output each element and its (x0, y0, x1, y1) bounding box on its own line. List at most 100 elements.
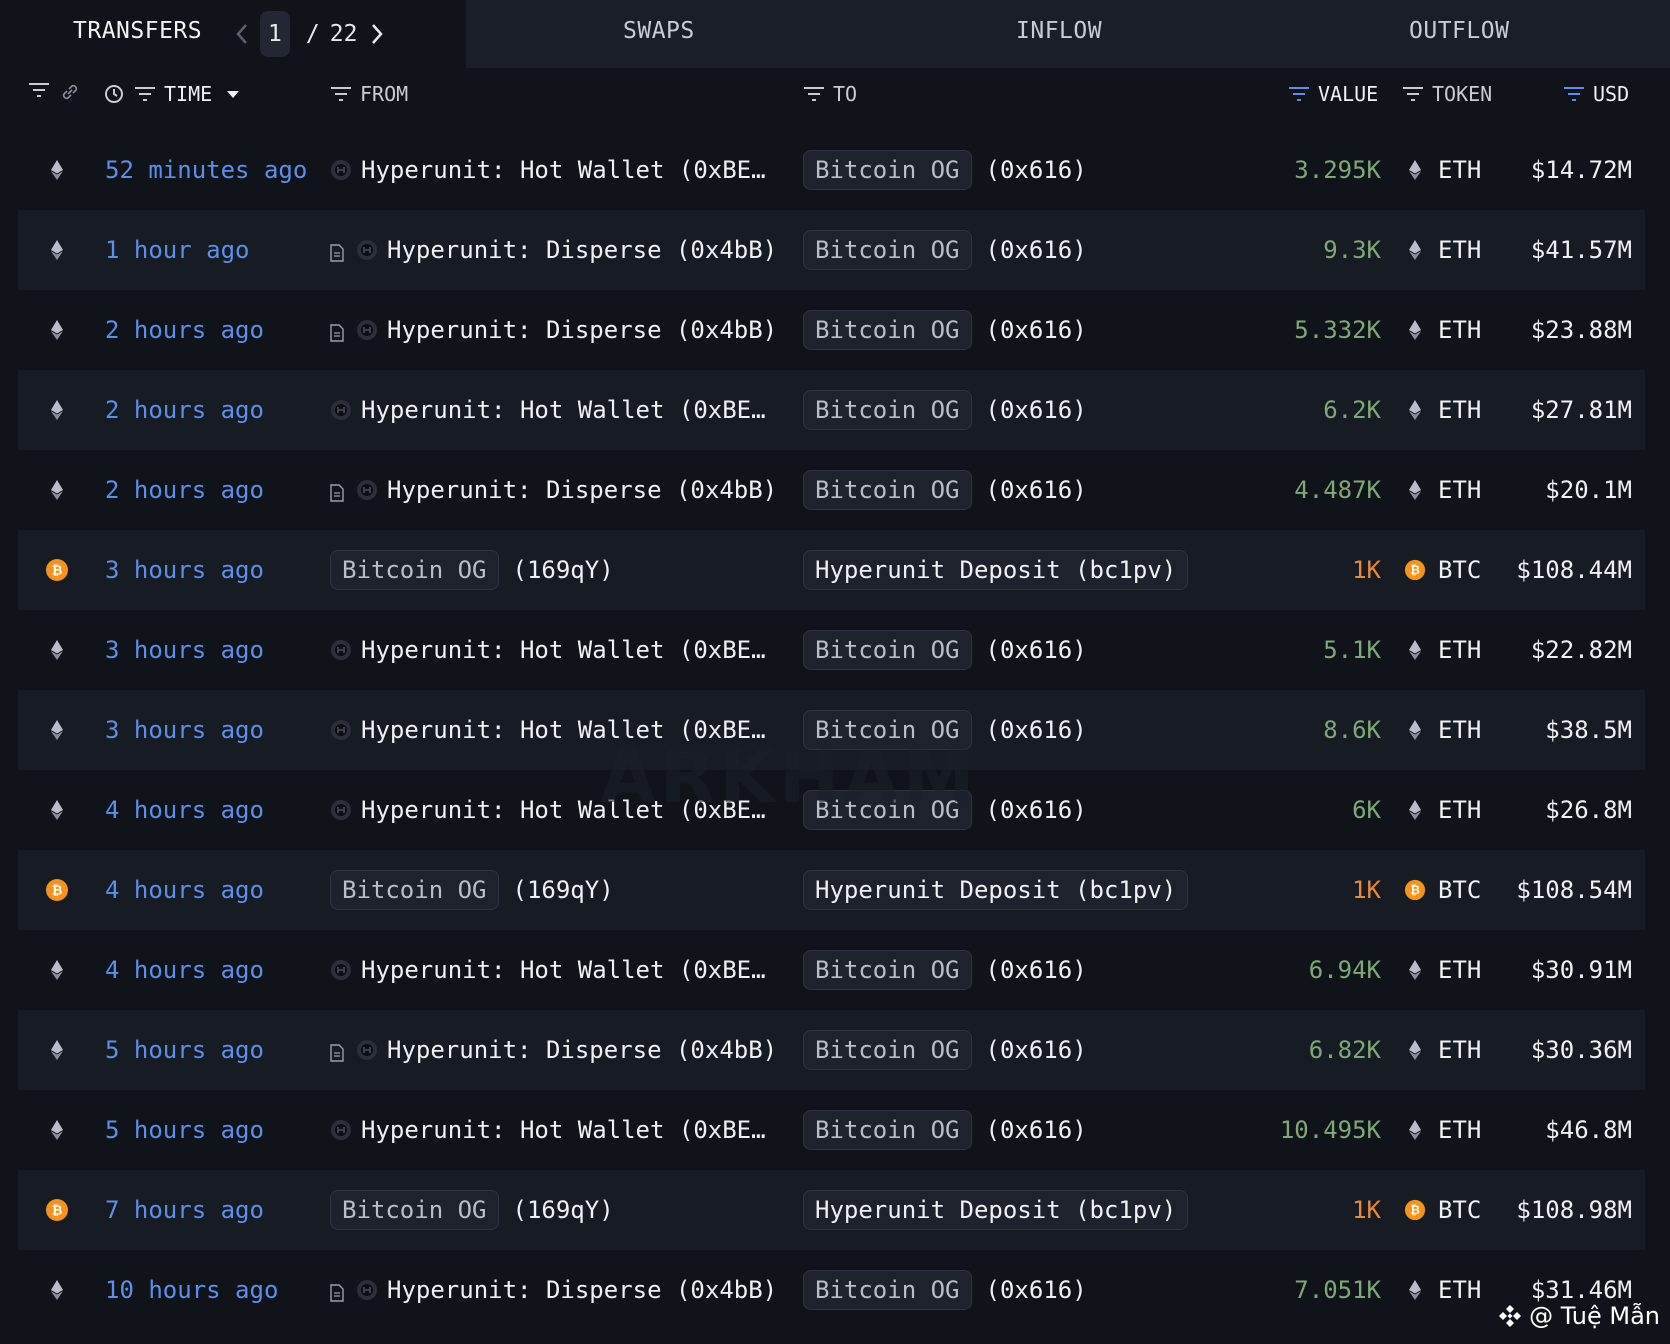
to-address[interactable]: (0x616) (986, 636, 1087, 664)
to-entity-pill[interactable]: Bitcoin OG (803, 230, 972, 270)
table-row[interactable]: ₿ 3 hours ago Bitcoin OG (169qY) Hyperunit D… (18, 530, 1645, 610)
to-entity-pill[interactable]: Hyperunit Deposit (bc1pv) (803, 1190, 1189, 1230)
to-entity-pill[interactable]: Hyperunit Deposit (bc1pv) (803, 550, 1189, 590)
from-entity[interactable]: Hyperunit: Disperse (0x4bB) (387, 316, 777, 344)
to-address[interactable]: (0x616) (986, 1116, 1087, 1144)
link-icon[interactable] (60, 82, 80, 102)
table-row[interactable]: ₿ 4 hours ago Bitcoin OG (169qY) Hyperunit D… (18, 850, 1645, 930)
token-cell[interactable]: ETH (1404, 610, 1481, 690)
to-address[interactable]: (0x616) (986, 716, 1087, 744)
from-entity[interactable]: Hyperunit: Disperse (0x4bB) (387, 1276, 777, 1304)
from-address[interactable]: (169qY) (513, 876, 614, 904)
time-link[interactable]: 5 hours ago (105, 1090, 264, 1170)
time-filter-icon[interactable] (134, 86, 156, 102)
from-entity-pill[interactable]: Bitcoin OG (330, 550, 499, 590)
from-entity-pill[interactable]: Bitcoin OG (330, 870, 499, 910)
time-link[interactable]: 52 minutes ago (105, 130, 307, 210)
from-cell[interactable]: Hyperunit: Disperse (0x4bB) (330, 210, 777, 290)
table-row[interactable]: 2 hours ago Hyperunit: Hot Wallet (0xBE… B… (18, 370, 1645, 450)
from-cell[interactable]: Hyperunit: Hot Wallet (0xBE… (330, 370, 766, 450)
to-cell[interactable]: Bitcoin OG (0x616) (803, 1090, 1087, 1170)
table-row[interactable]: 4 hours ago Hyperunit: Hot Wallet (0xBE… B… (18, 930, 1645, 1010)
global-filter-icon[interactable] (28, 82, 50, 98)
to-entity-pill[interactable]: Bitcoin OG (803, 1110, 972, 1150)
token-filter-icon[interactable] (1402, 86, 1424, 102)
time-link[interactable]: 2 hours ago (105, 370, 264, 450)
to-cell[interactable]: Hyperunit Deposit (bc1pv) (803, 530, 1202, 610)
token-header[interactable]: TOKEN (1402, 82, 1492, 106)
from-address[interactable]: (169qY) (513, 1196, 614, 1224)
to-address[interactable]: (0x616) (986, 236, 1087, 264)
from-header[interactable]: FROM (330, 82, 408, 106)
from-cell[interactable]: Hyperunit: Disperse (0x4bB) (330, 1010, 777, 1090)
to-entity-pill[interactable]: Bitcoin OG (803, 630, 972, 670)
to-cell[interactable]: Bitcoin OG (0x616) (803, 370, 1087, 450)
current-page[interactable]: 1 (260, 11, 290, 57)
table-row[interactable]: 5 hours ago Hyperunit: Disperse (0x4bB) Bi… (18, 1010, 1645, 1090)
to-cell[interactable]: Hyperunit Deposit (bc1pv) (803, 850, 1202, 930)
tab-outflow[interactable]: OUTFLOW (1409, 18, 1509, 44)
token-cell[interactable]: ETH (1404, 690, 1481, 770)
tab-transfers[interactable]: TRANSFERS 1 / 22 (0, 0, 466, 68)
to-entity-pill[interactable]: Bitcoin OG (803, 1030, 972, 1070)
to-cell[interactable]: Bitcoin OG (0x616) (803, 290, 1087, 370)
from-cell[interactable]: Hyperunit: Hot Wallet (0xBE… (330, 1090, 766, 1170)
to-cell[interactable]: Bitcoin OG (0x616) (803, 1250, 1087, 1330)
to-cell[interactable]: Bitcoin OG (0x616) (803, 450, 1087, 530)
to-address[interactable]: (0x616) (986, 396, 1087, 424)
from-cell[interactable]: Bitcoin OG (169qY) (330, 530, 614, 610)
from-cell[interactable]: Hyperunit: Disperse (0x4bB) (330, 1250, 777, 1330)
table-row[interactable]: 10 hours ago Hyperunit: Disperse (0x4bB) B… (18, 1250, 1645, 1330)
time-link[interactable]: 5 hours ago (105, 1010, 264, 1090)
from-cell[interactable]: Hyperunit: Hot Wallet (0xBE… (330, 930, 766, 1010)
from-cell[interactable]: Bitcoin OG (169qY) (330, 1170, 614, 1250)
value-header[interactable]: VALUE (1288, 82, 1378, 106)
to-cell[interactable]: Hyperunit Deposit (bc1pv) (803, 1170, 1202, 1250)
to-cell[interactable]: Bitcoin OG (0x616) (803, 930, 1087, 1010)
time-link[interactable]: 7 hours ago (105, 1170, 264, 1250)
to-entity-pill[interactable]: Bitcoin OG (803, 150, 972, 190)
from-entity[interactable]: Hyperunit: Hot Wallet (0xBE… (361, 956, 766, 984)
to-header[interactable]: TO (803, 82, 857, 106)
from-cell[interactable]: Hyperunit: Hot Wallet (0xBE… (330, 130, 766, 210)
table-row[interactable]: ₿ 7 hours ago Bitcoin OG (169qY) Hyperunit D… (18, 1170, 1645, 1250)
usd-filter-icon[interactable] (1563, 86, 1585, 102)
to-entity-pill[interactable]: Bitcoin OG (803, 390, 972, 430)
from-entity[interactable]: Hyperunit: Hot Wallet (0xBE… (361, 636, 766, 664)
to-entity-pill[interactable]: Bitcoin OG (803, 1270, 972, 1310)
to-address[interactable]: (0x616) (986, 1036, 1087, 1064)
to-entity-pill[interactable]: Bitcoin OG (803, 310, 972, 350)
token-cell[interactable]: ETH (1404, 290, 1481, 370)
table-row[interactable]: 52 minutes ago Hyperunit: Hot Wallet (0xB… (18, 130, 1645, 210)
from-cell[interactable]: Bitcoin OG (169qY) (330, 850, 614, 930)
tab-inflow[interactable]: INFLOW (1016, 18, 1102, 44)
to-address[interactable]: (0x616) (986, 956, 1087, 984)
time-link[interactable]: 2 hours ago (105, 290, 264, 370)
from-entity[interactable]: Hyperunit: Disperse (0x4bB) (387, 236, 777, 264)
to-cell[interactable]: Bitcoin OG (0x616) (803, 130, 1087, 210)
from-address[interactable]: (169qY) (513, 556, 614, 584)
table-row[interactable]: 2 hours ago Hyperunit: Disperse (0x4bB) Bi… (18, 290, 1645, 370)
prev-page-icon[interactable] (230, 23, 254, 45)
time-link[interactable]: 3 hours ago (105, 530, 264, 610)
token-cell[interactable]: ₿ BTC (1404, 850, 1481, 930)
to-address[interactable]: (0x616) (986, 156, 1087, 184)
token-cell[interactable]: ETH (1404, 1090, 1481, 1170)
usd-header[interactable]: USD (1563, 82, 1629, 106)
table-row[interactable]: 1 hour ago Hyperunit: Disperse (0x4bB) Bit… (18, 210, 1645, 290)
token-cell[interactable]: ETH (1404, 1250, 1481, 1330)
from-filter-icon[interactable] (330, 86, 352, 102)
value-filter-icon[interactable] (1288, 86, 1310, 102)
time-link[interactable]: 4 hours ago (105, 930, 264, 1010)
from-entity[interactable]: Hyperunit: Hot Wallet (0xBE… (361, 396, 766, 424)
token-cell[interactable]: ETH (1404, 130, 1481, 210)
from-entity[interactable]: Hyperunit: Hot Wallet (0xBE… (361, 1116, 766, 1144)
time-link[interactable]: 3 hours ago (105, 690, 264, 770)
to-entity-pill[interactable]: Bitcoin OG (803, 950, 972, 990)
table-row[interactable]: 3 hours ago Hyperunit: Hot Wallet (0xBE… B… (18, 610, 1645, 690)
token-cell[interactable]: ETH (1404, 370, 1481, 450)
from-entity[interactable]: Hyperunit: Disperse (0x4bB) (387, 1036, 777, 1064)
to-address[interactable]: (0x616) (986, 476, 1087, 504)
table-row[interactable]: 2 hours ago Hyperunit: Disperse (0x4bB) Bi… (18, 450, 1645, 530)
to-address[interactable]: (0x616) (986, 1276, 1087, 1304)
